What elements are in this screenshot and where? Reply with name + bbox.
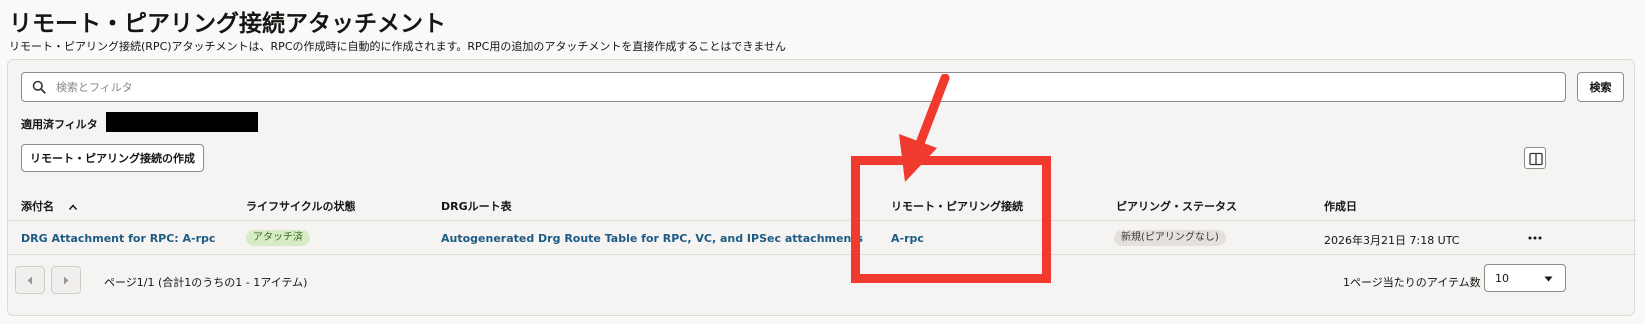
search-button[interactable]: 検索: [1577, 72, 1624, 102]
previous-page-button[interactable]: [15, 266, 45, 294]
peering-status-badge: 新規(ピアリングなし): [1114, 230, 1226, 246]
search-icon: [32, 80, 46, 94]
lifecycle-status-badge: アタッチ済: [246, 230, 310, 246]
column-header-name[interactable]: 添付名: [21, 198, 78, 214]
sort-ascending-icon: [68, 204, 77, 210]
chevron-right-icon: [64, 276, 69, 285]
columns-toggle-button[interactable]: [1524, 147, 1546, 169]
more-actions-icon[interactable]: [1528, 236, 1542, 240]
page-description: リモート・ピアリング接続(RPC)アタッチメントは、RPCの作成時に自動的に作成…: [9, 40, 787, 53]
column-header-lifecycle[interactable]: ライフサイクルの状態: [246, 198, 355, 214]
column-header-created[interactable]: 作成日: [1324, 198, 1357, 214]
table-divider: [8, 220, 1636, 221]
attachments-panel: 検索 適用済フィルタ リモート・ピアリング接続の作成 添付名 ライフサイクルの状…: [7, 59, 1636, 316]
per-page-value: 10: [1495, 272, 1509, 285]
applied-filters-label: 適用済フィルタ: [21, 118, 98, 131]
per-page-label: 1ページ当たりのアイテム数: [1343, 276, 1481, 289]
chevron-left-icon: [27, 276, 32, 285]
column-header-name-label: 添付名: [21, 200, 54, 213]
page-title: リモート・ピアリング接続アタッチメント: [9, 11, 446, 37]
created-date: 2026年3月21日 7:18 UTC: [1324, 234, 1460, 247]
column-header-peering-status[interactable]: ピアリング・ステータス: [1116, 198, 1237, 214]
annotation-arrow: [899, 74, 950, 182]
table-divider: [8, 254, 1636, 255]
per-page-select[interactable]: 10: [1484, 264, 1566, 292]
create-rpc-button[interactable]: リモート・ピアリング接続の作成: [21, 144, 204, 172]
search-box: [21, 72, 1566, 102]
search-input[interactable]: [56, 73, 1536, 101]
columns-icon: [1529, 152, 1543, 166]
next-page-button[interactable]: [51, 266, 81, 294]
column-header-route-table[interactable]: DRGルート表: [441, 198, 512, 214]
route-table-link[interactable]: Autogenerated Drg Route Table for RPC, V…: [441, 232, 863, 245]
attachment-name-link[interactable]: DRG Attachment for RPC: A-rpc: [21, 232, 215, 245]
redacted-filter-chips: [106, 112, 258, 132]
chevron-down-icon: [1544, 276, 1553, 282]
pagination-summary: ページ1/1 (合計1のうちの1 - 1アイテム): [104, 276, 308, 289]
